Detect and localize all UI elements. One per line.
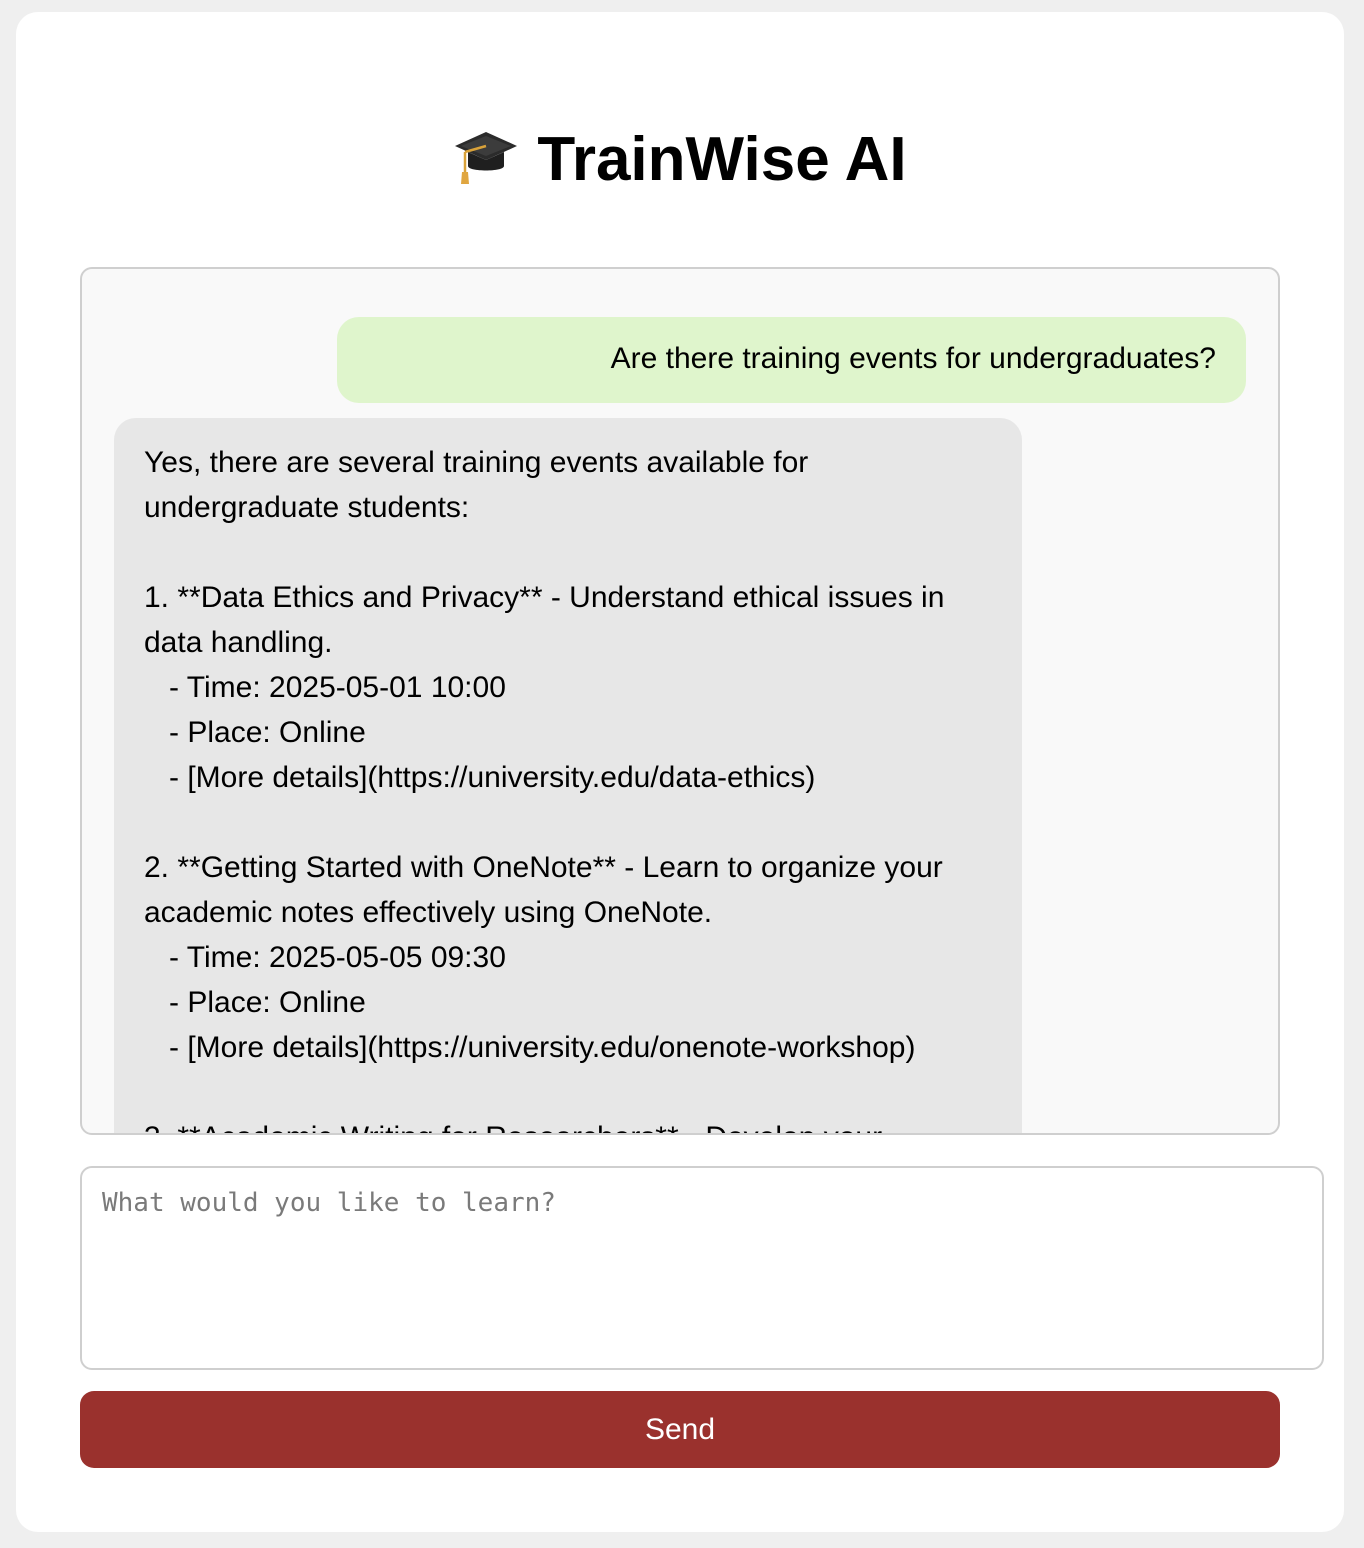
message-input-container	[80, 1166, 1324, 1370]
assistant-message: Yes, there are several training events a…	[114, 418, 1022, 1133]
message-input[interactable]	[82, 1168, 1322, 1368]
user-message: Are there training events for undergradu…	[337, 317, 1246, 403]
page-title-text: TrainWise AI	[537, 125, 907, 194]
graduation-cap-icon	[455, 132, 518, 184]
send-button[interactable]: Send	[80, 1391, 1280, 1468]
chat-log[interactable]: Are there training events for undergradu…	[80, 267, 1280, 1135]
page-title: TrainWise AI	[0, 122, 1360, 198]
